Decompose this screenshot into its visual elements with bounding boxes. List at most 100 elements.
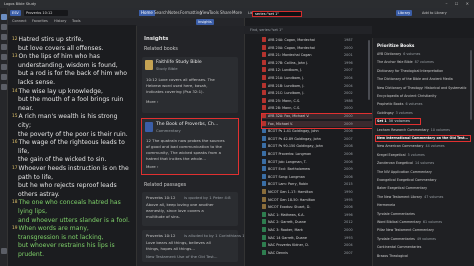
tab-share[interactable]: Share: [220, 10, 232, 16]
guides-icon[interactable]: [1, 44, 7, 50]
window-controls[interactable]: – ☐ ✕: [446, 0, 472, 8]
passage-ref[interactable]: Proverbs 10:12: [146, 233, 175, 238]
library-row-year: 2007: [344, 68, 353, 73]
verse-number[interactable]: 16: [12, 140, 17, 145]
tab-more[interactable]: More: [232, 10, 242, 16]
prioritize-item[interactable]: Baker Exegetical Commentary: [377, 186, 469, 191]
library-row[interactable]: AYB 24A: Cogan, Mordechai 1987: [262, 37, 372, 43]
card-faithlife-study-bible[interactable]: Faithlife Study Bible Study Bible 10:12 …: [142, 57, 238, 113]
prioritize-item[interactable]: Encyclopedia of Ancient Christianity: [377, 94, 469, 99]
library-row[interactable]: BCOT Job: Longman, T. 2006: [262, 158, 372, 165]
prioritize-item[interactable]: Lexham Research Commentary 10 volumes: [377, 128, 469, 133]
app-title-bar: Logos Bible Study – ☐ ✕: [0, 0, 474, 8]
tab-add-to-library[interactable]: Add to Library: [420, 10, 449, 16]
home-icon[interactable]: [1, 14, 7, 20]
search-icon[interactable]: [1, 34, 7, 40]
prioritize-item[interactable]: Dictionary for Theological Interpretatio…: [377, 69, 469, 74]
related-books-label[interactable]: Related books: [144, 47, 178, 52]
library-row[interactable]: AYB 21C: Lundbom, J. 2002: [262, 90, 372, 96]
prioritize-item[interactable]: The Anchor Yale Bible 87 volumes: [377, 60, 469, 65]
tab-notes[interactable]: Notes: [168, 10, 180, 16]
library-row[interactable]: NAC 14 Garrett, Duane 1993: [262, 234, 372, 241]
prioritize-item[interactable]: Word Biblical Commentary 61 volumes: [377, 220, 469, 225]
library-row[interactable]: NAC Proverbs Kidner, D. 2004: [262, 242, 372, 248]
related-passages-label[interactable]: Related passages: [144, 183, 186, 188]
library-row[interactable]: AYB 21B: Lundbom, J. 2004: [262, 82, 372, 89]
tool-connect[interactable]: Connect: [10, 18, 28, 24]
prioritize-item[interactable]: Kregel Exegetical 5 volumes: [377, 153, 469, 158]
library-row[interactable]: BCOT Proverbs: Longman 2006: [262, 151, 372, 157]
verse-number[interactable]: 15: [12, 114, 17, 119]
tool-history[interactable]: History: [52, 18, 68, 24]
passage-card[interactable]: Proverbs 10:12 is alluded to by 1 Corint…: [142, 230, 251, 262]
library-row[interactable]: NICOT Gen 1-17: Hamilton 1990: [262, 189, 372, 195]
prioritize-item[interactable]: Evangelical Exegetical Commentary: [377, 178, 469, 183]
library-row[interactable]: AYB 27B: Collins, John J. 1996: [262, 59, 372, 66]
prioritize-item[interactable]: Brazos Theological: [377, 254, 469, 259]
library-row[interactable]: BCOT Eccl: Bartholomew 2009: [262, 166, 372, 172]
verse-number[interactable]: 18: [12, 200, 17, 205]
library-row[interactable]: NAC 2: Garrett, Duane 2012: [262, 219, 372, 225]
verse-text: Whoever heeds instruction is on the: [18, 165, 129, 172]
library-search-input[interactable]: series:"set 1": [252, 11, 302, 17]
library-row[interactable]: AYB 25: Mann, C.S. 1986: [262, 97, 372, 104]
library-row[interactable]: BCOT Ps 42-89 Goldingay, John 2007: [262, 135, 372, 142]
prioritize-item[interactable]: Pillar New Testament Commentary: [377, 228, 469, 233]
prioritize-item[interactable]: The New Testament Library 47 volumes: [377, 195, 469, 200]
library-row[interactable]: NICOT Exodus: Stuart, D. 2006: [262, 204, 372, 210]
resource-chip[interactable]: ESV: [10, 10, 21, 16]
prioritize-item[interactable]: Zondervan Exegetical 14 volumes: [377, 161, 469, 166]
tool-favorites[interactable]: Favorites: [30, 18, 50, 24]
prioritize-item[interactable]: Continental Commentaries: [377, 245, 469, 250]
library-filter-field[interactable]: Find, series:"set 1": [248, 27, 285, 33]
prioritize-item[interactable]: AYB Dictionary 6 volumes: [377, 52, 469, 57]
prioritize-item[interactable]: New Dictionary of Theology: Historical a…: [377, 86, 469, 91]
verse-text: but he who rejects reproof leads: [18, 182, 117, 190]
library-row[interactable]: AYB 21A: Lundbom, J. 2004: [262, 75, 372, 81]
library-row[interactable]: AYB 21: Mordechai Cogan 2001: [262, 52, 372, 58]
prioritize-item[interactable]: New American Commentary 44 volumes: [377, 144, 469, 149]
library-row[interactable]: AYB 12: Lundbom, J. 2007: [262, 67, 372, 73]
bookmark-icon[interactable]: [1, 64, 7, 70]
library-row[interactable]: BCOT Lam: Parry, Robin 2015: [262, 181, 372, 187]
reference-box[interactable]: Proverbs 10:12: [24, 10, 68, 16]
prioritize-item[interactable]: The Dictionary of the Bible and Ancient …: [377, 77, 469, 82]
library-row[interactable]: AYB 28: Mann, C.S. 2000: [262, 105, 372, 111]
insights-toggle[interactable]: Insights: [196, 19, 214, 25]
verse-number[interactable]: 14: [12, 89, 17, 94]
prioritize-item[interactable]: Hermeneia: [377, 203, 469, 208]
passage-card[interactable]: Proverbs 10:12 is quoted by 1 Peter 4:8 …: [142, 192, 238, 226]
library-row[interactable]: BCOT Ps 90-150 Goldingay, John 2008: [262, 143, 372, 149]
library-row[interactable]: NAC Dennis 2007: [262, 249, 372, 256]
library-row[interactable]: BCOT Ps 1-41 Goldingay, John 2006: [262, 128, 372, 134]
tab-home[interactable]: Home: [139, 10, 155, 16]
tab-tools[interactable]: Tools: [209, 10, 219, 16]
notes-icon[interactable]: [1, 54, 7, 60]
library-icon[interactable]: [1, 24, 7, 30]
library-row[interactable]: NICOT Gen 18-50: Hamilton 1995: [262, 196, 372, 203]
passage-ref[interactable]: Proverbs 10:12: [146, 195, 175, 200]
layouts-icon[interactable]: [1, 84, 7, 90]
library-row[interactable]: NAC 3: Rooker, Mark 2000: [262, 227, 372, 233]
more-link[interactable]: More ›: [146, 99, 158, 104]
library-row[interactable]: AYB 20A: Cogan, Mordechai 2000: [262, 44, 372, 51]
prioritize-item[interactable]: Tyndale Commentaries: [377, 212, 469, 217]
tools-icon[interactable]: [1, 74, 7, 80]
library-row[interactable]: NAC 1: Mathews, K.A. 1996: [262, 211, 372, 218]
prioritize-scrollbar[interactable]: [470, 50, 472, 120]
verse-number[interactable]: 17: [12, 166, 17, 171]
library-row[interactable]: BCOT Song: Longman 2006: [262, 173, 372, 180]
settings-icon[interactable]: [1, 248, 7, 254]
verse-number[interactable]: 12: [12, 37, 17, 42]
verse-number[interactable]: 13: [12, 54, 17, 59]
prioritize-item[interactable]: Goldingay 3 volumes: [377, 111, 469, 116]
tab-library[interactable]: Library: [396, 10, 413, 16]
library-scrollbar[interactable]: [368, 40, 370, 100]
tool-tools[interactable]: Tools: [70, 18, 83, 24]
prioritize-item[interactable]: Tyndale Commentaries 49 volumes: [377, 237, 469, 242]
tab-formatting[interactable]: Formatting: [180, 10, 202, 16]
tab-search[interactable]: Search: [154, 10, 168, 16]
verse-number[interactable]: 19: [12, 226, 17, 231]
prioritize-item[interactable]: Prophetic Books 6 volumes: [377, 102, 469, 107]
prioritize-item[interactable]: The NIV Application Commentary: [377, 170, 469, 175]
